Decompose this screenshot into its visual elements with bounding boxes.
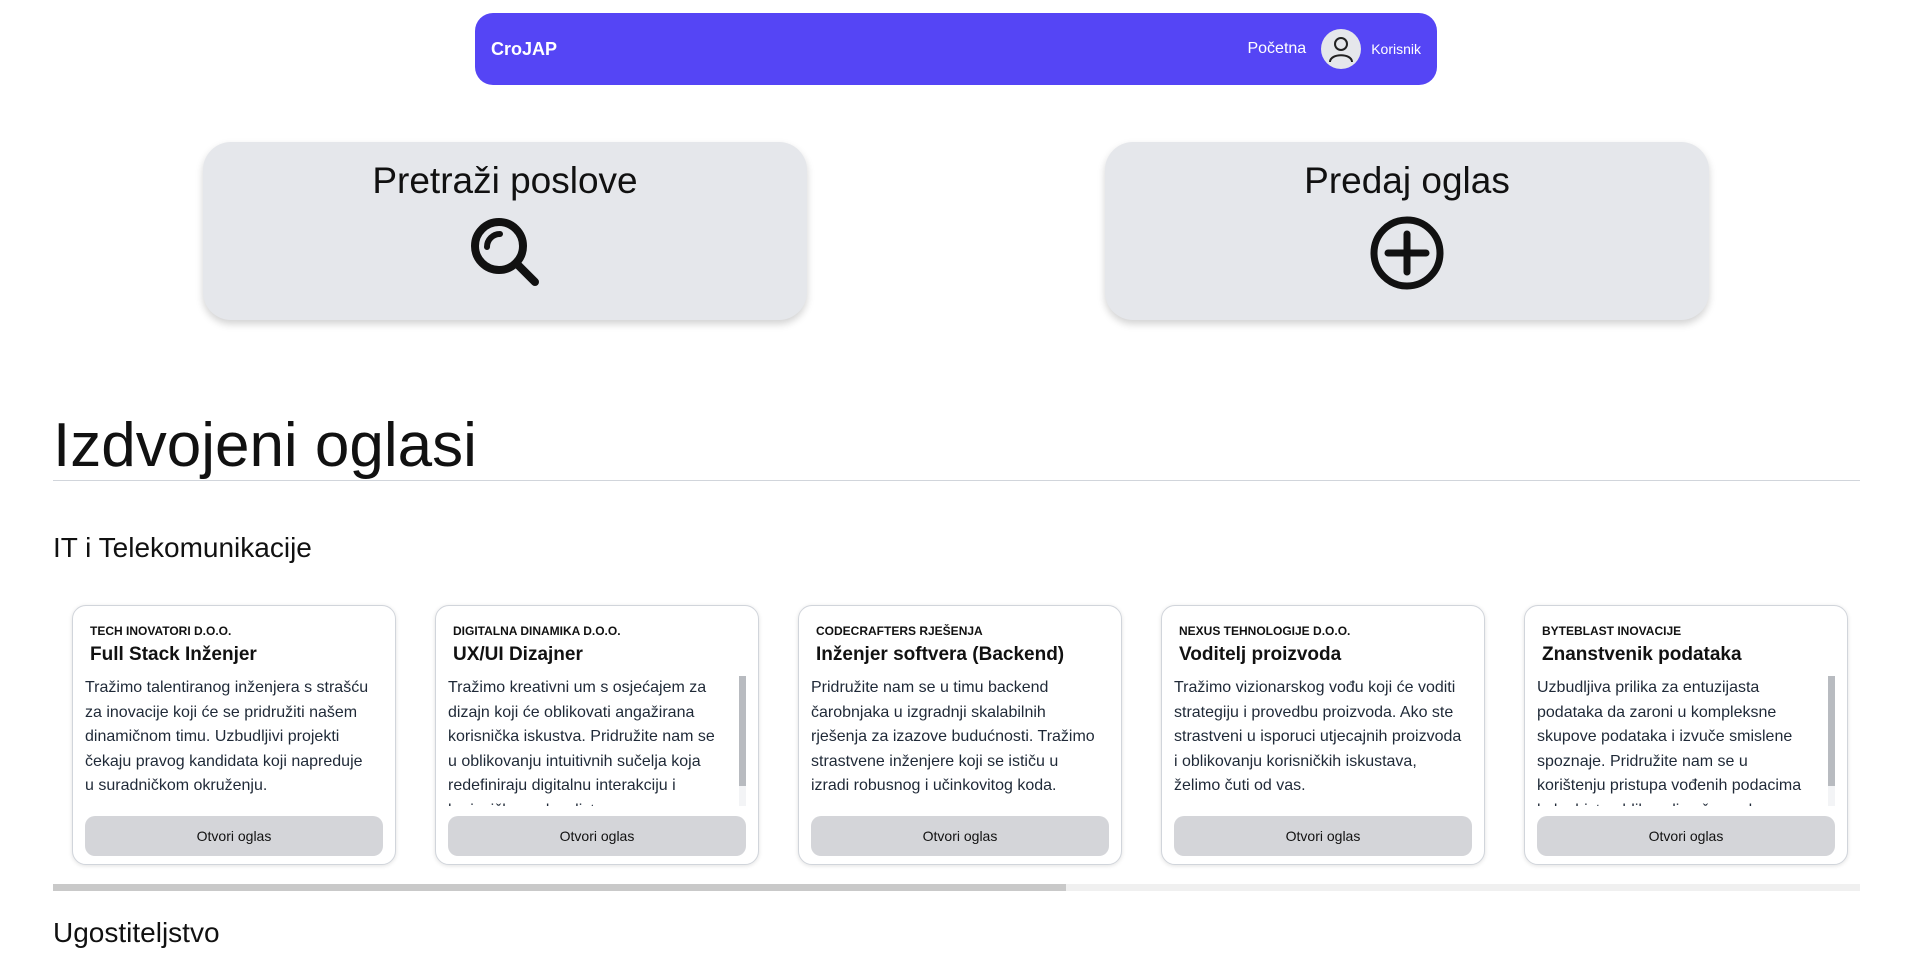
category-title: Ugostiteljstvo [53,917,220,948]
open-ad-button[interactable]: Otvori oglas [85,816,383,856]
divider [53,480,1860,481]
navbar: CroJAP Početna Korisnik [475,13,1437,85]
carousel-scrollbar-thumb[interactable] [53,884,1066,891]
job-card: CodeCrafters Rješenja Inženjer softvera … [798,605,1122,865]
job-card: Nexus Tehnologije d.o.o. Voditelj proizv… [1161,605,1485,865]
job-title: UX/UI Dizajner [453,644,583,665]
brand-logo[interactable]: CroJAP [491,39,557,60]
open-ad-button[interactable]: Otvori oglas [811,816,1109,856]
search-jobs-card[interactable]: Pretraži poslove [203,142,807,320]
description-scrollbar[interactable] [1828,676,1835,806]
company-name: CodeCrafters Rješenja [816,624,983,638]
job-description: Pridružite nam se u timu backend čarobnj… [811,679,1095,794]
job-card: Digitalna Dinamika d.o.o. UX/UI Dizajner… [435,605,759,865]
job-description: Uzbudljiva prilika za entuzijasta podata… [1537,679,1802,806]
nav-home-link[interactable]: Početna [1247,40,1306,58]
company-name: Digitalna Dinamika d.o.o. [453,624,621,638]
user-icon[interactable] [1321,29,1362,69]
nav-right: Početna Korisnik [1247,29,1421,69]
job-title: Voditelj proizvoda [1179,644,1342,665]
search-icon [467,214,543,295]
job-description-container[interactable]: Tražimo talentiranog inženjera s strašću… [85,676,381,806]
scrollbar-thumb[interactable] [1828,676,1835,786]
job-description-container[interactable]: Pridružite nam se u timu backend čarobnj… [811,676,1107,806]
category-title: IT i Telekomunikacije [53,532,312,563]
job-title: Full Stack Inženjer [90,644,257,665]
job-description: Tražimo kreativni um s osjećajem za diza… [448,679,715,806]
search-jobs-label: Pretraži poslove [372,160,638,201]
company-name: Nexus Tehnologije d.o.o. [1179,624,1351,638]
post-ad-card[interactable]: Predaj oglas [1105,142,1709,320]
job-description-container[interactable]: Tražimo kreativni um s osjećajem za diza… [448,676,736,806]
job-description: Tražimo vizionarskog vođu koji će voditi… [1174,679,1462,794]
job-title: Znanstvenik podataka [1542,644,1742,665]
job-description-container[interactable]: Tražimo vizionarskog vođu koji će voditi… [1174,676,1470,806]
description-scrollbar[interactable] [739,676,746,806]
open-ad-button[interactable]: Otvori oglas [1537,816,1835,856]
plus-circle-icon [1368,214,1446,297]
job-card: ByteBlast Inovacije Znanstvenik podataka… [1524,605,1848,865]
open-ad-button[interactable]: Otvori oglas [1174,816,1472,856]
featured-title: Izdvojeni oglasi [53,411,477,480]
user-name[interactable]: Korisnik [1371,41,1421,57]
job-description: Tražimo talentiranog inženjera s strašću… [85,679,369,794]
job-card: Tech Inovatori d.o.o. Full Stack Inženje… [72,605,396,865]
scrollbar-thumb[interactable] [739,676,746,786]
post-ad-label: Predaj oglas [1304,160,1510,201]
company-name: Tech Inovatori d.o.o. [90,624,232,638]
company-name: ByteBlast Inovacije [1542,624,1682,638]
job-description-container[interactable]: Uzbudljiva prilika za entuzijasta podata… [1537,676,1825,806]
job-title: Inženjer softvera (Backend) [816,644,1065,665]
open-ad-button[interactable]: Otvori oglas [448,816,746,856]
